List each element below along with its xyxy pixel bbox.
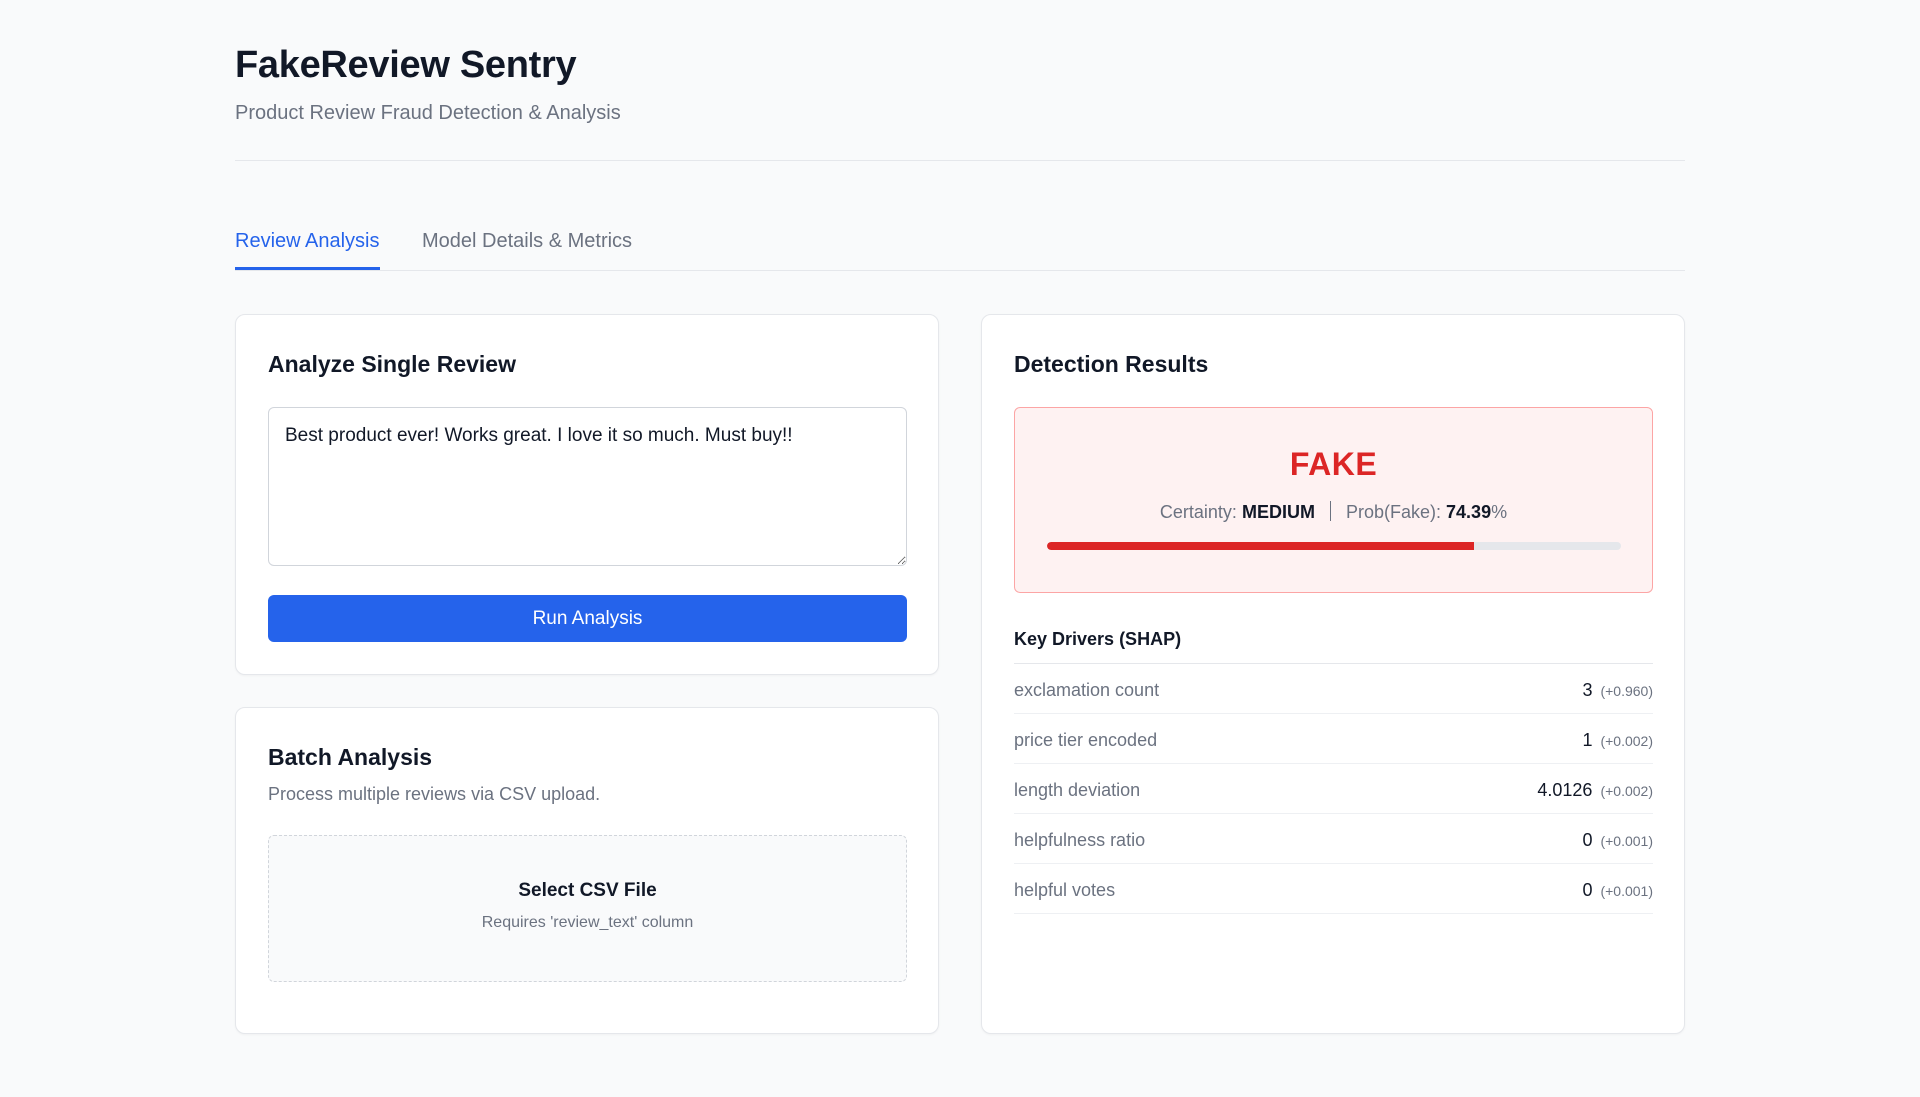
driver-name: price tier encoded	[1014, 730, 1158, 750]
driver-value-group: 0 (+0.001)	[1582, 830, 1653, 851]
single-review-title: Analyze Single Review	[268, 351, 516, 377]
tab-model-details[interactable]: Model Details & Metrics	[422, 230, 632, 267]
driver-name: helpful votes	[1014, 880, 1116, 900]
detection-results-title: Detection Results	[1014, 351, 1209, 377]
verdict-meta: Certainty: MEDIUM Prob(Fake): 74.39%	[1015, 501, 1652, 523]
driver-row: helpful votes 0 (+0.001)	[1014, 864, 1653, 914]
app-subtitle: Product Review Fraud Detection & Analysi…	[235, 102, 621, 124]
csv-requirement-hint: Requires 'review_text' column	[481, 914, 694, 931]
driver-value-group: 1 (+0.002)	[1582, 730, 1653, 751]
tab-bar: Review Analysis Model Details & Metrics	[235, 228, 1685, 271]
driver-shap: (+0.001)	[1600, 883, 1653, 899]
batch-analysis-card: Batch Analysis Process multiple reviews …	[235, 707, 939, 1034]
select-csv-label: Select CSV File	[518, 880, 657, 901]
app-title: FakeReview Sentry	[235, 44, 577, 86]
tab-review-analysis[interactable]: Review Analysis	[235, 230, 380, 270]
driver-name: length deviation	[1014, 780, 1141, 800]
verdict-label: FAKE	[1289, 446, 1378, 482]
probability-bar	[1047, 542, 1621, 550]
driver-value: 1	[1582, 730, 1593, 750]
probability-bar-fill	[1047, 542, 1474, 550]
driver-value: 4.0126	[1537, 780, 1593, 800]
key-drivers-title: Key Drivers (SHAP)	[1014, 629, 1182, 649]
driver-shap: (+0.960)	[1600, 683, 1653, 699]
key-drivers-list: exclamation count 3 (+0.960) price tier e…	[1014, 664, 1653, 914]
single-review-card: Analyze Single Review Run Analysis	[235, 314, 939, 675]
driver-shap: (+0.002)	[1600, 783, 1653, 799]
driver-value: 0	[1582, 880, 1593, 900]
prob-label: Prob(Fake):	[1345, 502, 1442, 522]
header-divider	[235, 160, 1685, 161]
driver-value-group: 0 (+0.001)	[1582, 880, 1653, 901]
batch-analysis-title: Batch Analysis	[268, 744, 433, 770]
driver-value: 3	[1582, 680, 1593, 700]
certainty-label: Certainty:	[1159, 502, 1237, 522]
driver-row: exclamation count 3 (+0.960)	[1014, 664, 1653, 714]
driver-value: 0	[1582, 830, 1593, 850]
driver-row: helpfulness ratio 0 (+0.001)	[1014, 814, 1653, 864]
driver-name: exclamation count	[1014, 680, 1160, 700]
csv-dropzone[interactable]: Select CSV File Requires 'review_text' c…	[268, 835, 907, 982]
detection-results-card: Detection Results FAKE Certainty: MEDIUM…	[981, 314, 1685, 1034]
driver-row: length deviation 4.0126 (+0.002)	[1014, 764, 1653, 814]
meta-separator	[1329, 501, 1331, 522]
batch-description: Process multiple reviews via CSV upload.	[268, 784, 601, 804]
driver-shap: (+0.001)	[1600, 833, 1653, 849]
driver-value-group: 3 (+0.960)	[1582, 680, 1653, 701]
driver-name: helpfulness ratio	[1014, 830, 1146, 850]
prob-value: 74.39	[1446, 502, 1492, 522]
certainty-value: MEDIUM	[1241, 502, 1315, 522]
driver-shap: (+0.002)	[1600, 733, 1653, 749]
review-text-input[interactable]	[268, 407, 907, 566]
run-analysis-button[interactable]: Run Analysis	[268, 595, 907, 642]
verdict-panel: FAKE Certainty: MEDIUM Prob(Fake): 74.39…	[1014, 407, 1653, 593]
prob-unit: %	[1491, 502, 1508, 522]
driver-row: price tier encoded 1 (+0.002)	[1014, 714, 1653, 764]
driver-value-group: 4.0126 (+0.002)	[1537, 780, 1653, 801]
